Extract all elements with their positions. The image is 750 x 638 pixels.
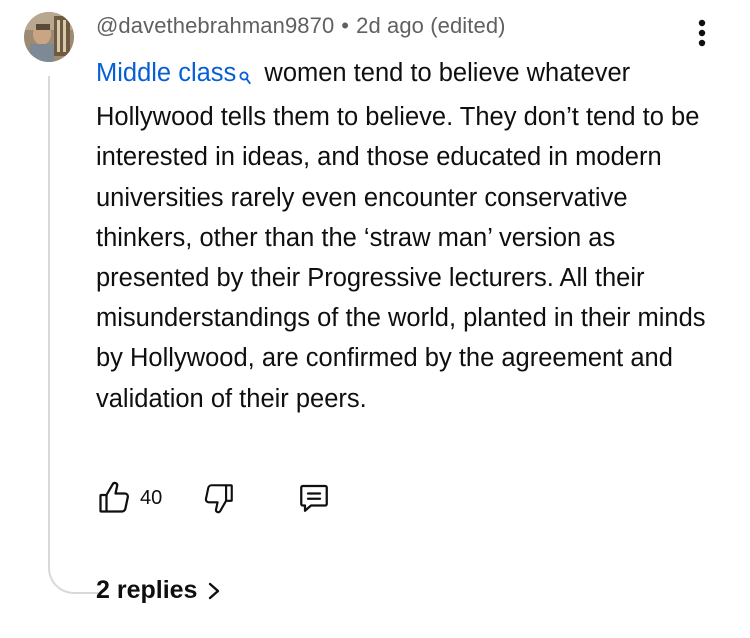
comment-thread: @davethebrahman9870 • 2d ago (edited) Midd… <box>0 0 750 638</box>
avatar[interactable] <box>24 12 74 62</box>
reply-button[interactable] <box>296 480 332 516</box>
search-icon <box>239 57 252 97</box>
dislike-button[interactable] <box>202 481 236 515</box>
thumbs-down-icon <box>205 484 234 514</box>
thumbs-up-icon <box>99 481 129 513</box>
avatar-image <box>24 12 74 62</box>
comment-action-menu-button[interactable] <box>690 16 714 50</box>
comment-timestamp[interactable]: 2d ago (edited) <box>356 13 506 38</box>
search-link-text: Middle class <box>96 59 237 87</box>
more-vertical-icon <box>698 19 706 47</box>
reply-comment-icon <box>300 484 329 512</box>
thread-connector-line <box>48 76 98 594</box>
view-replies-button[interactable]: 2 replies <box>96 576 221 605</box>
search-link[interactable]: Middle class <box>96 59 257 87</box>
chevron-right-icon <box>207 581 221 601</box>
comment-actions: 40 <box>96 480 332 516</box>
comment-header: @davethebrahman9870 • 2d ago (edited) <box>96 13 506 39</box>
author-handle[interactable]: @davethebrahman9870 <box>96 13 334 38</box>
header-separator: • <box>341 13 350 38</box>
like-button[interactable] <box>96 480 132 516</box>
comment-body: women tend to believe whatever Hollywood… <box>96 59 706 413</box>
replies-label: 2 replies <box>96 576 198 604</box>
like-count: 40 <box>140 486 163 509</box>
comment-text: Middle class women tend to believe whate… <box>96 53 716 419</box>
